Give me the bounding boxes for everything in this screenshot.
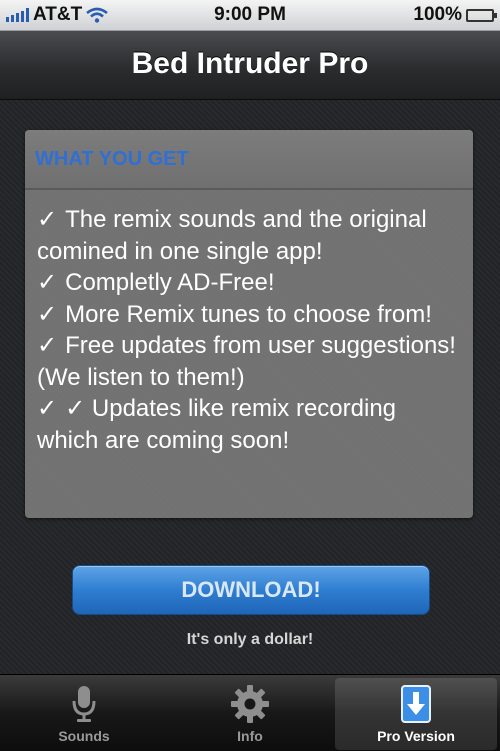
checkmark-icon: ✓ xyxy=(37,269,58,296)
feature-item: ✓ Completly AD-Free! xyxy=(37,267,461,299)
price-note: It's only a dollar! xyxy=(186,631,314,648)
navigation-bar: Bed Intruder Pro xyxy=(0,31,500,100)
features-panel: WHAT YOU GET ✓ The remix sounds and the o… xyxy=(25,130,473,518)
status-right: 100% xyxy=(413,4,497,26)
tab-pro-version-label: Pro Version xyxy=(377,728,455,744)
features-list: ✓ The remix sounds and the original comin… xyxy=(25,190,473,456)
feature-item: ✓ The remix sounds and the original comin… xyxy=(37,204,461,267)
status-bar: AT&T 9:00 PM 100% xyxy=(0,0,500,31)
feature-text: The remix sounds and the original comine… xyxy=(37,206,427,265)
gear-icon xyxy=(230,682,270,726)
tab-sounds-label: Sounds xyxy=(58,728,110,744)
battery-percent: 100% xyxy=(413,4,462,25)
checkmark-icon: ✓ xyxy=(37,300,58,328)
tab-pro-version[interactable]: Pro Version xyxy=(335,678,497,750)
content-area: WHAT YOU GET ✓ The remix sounds and the o… xyxy=(0,100,500,674)
nav-title: Bed Intruder Pro xyxy=(131,47,369,80)
download-icon xyxy=(399,682,433,726)
download-button[interactable]: DOWNLOAD! xyxy=(72,565,430,615)
feature-text: ✓ Updates like remix recording which are… xyxy=(37,395,397,454)
download-button-label: DOWNLOAD! xyxy=(181,577,321,602)
checkmark-icon: ✓ xyxy=(37,395,58,422)
feature-item: ✓ Free updates from user suggestions! (We… xyxy=(37,330,461,393)
microphone-icon xyxy=(69,682,99,726)
tab-info-label: Info xyxy=(237,728,263,744)
tab-info[interactable]: Info xyxy=(169,678,331,750)
panel-header-label: WHAT YOU GET xyxy=(35,148,189,170)
checkmark-icon: ✓ xyxy=(37,332,58,359)
checkmark-icon: ✓ xyxy=(37,206,58,233)
feature-item: ✓ ✓ Updates like remix recording which ar… xyxy=(37,393,461,456)
battery-icon xyxy=(466,8,497,22)
tab-bar: Sounds Info Pro Version xyxy=(0,674,500,751)
feature-item: ✓ More Remix tunes to choose from! xyxy=(37,299,461,331)
feature-text: More Remix tunes to choose from! xyxy=(65,300,432,328)
tab-sounds[interactable]: Sounds xyxy=(3,678,165,750)
panel-header: WHAT YOU GET xyxy=(25,130,473,190)
feature-text: Completly AD-Free! xyxy=(65,269,275,296)
feature-text: Free updates from user suggestions! (We … xyxy=(37,332,456,391)
